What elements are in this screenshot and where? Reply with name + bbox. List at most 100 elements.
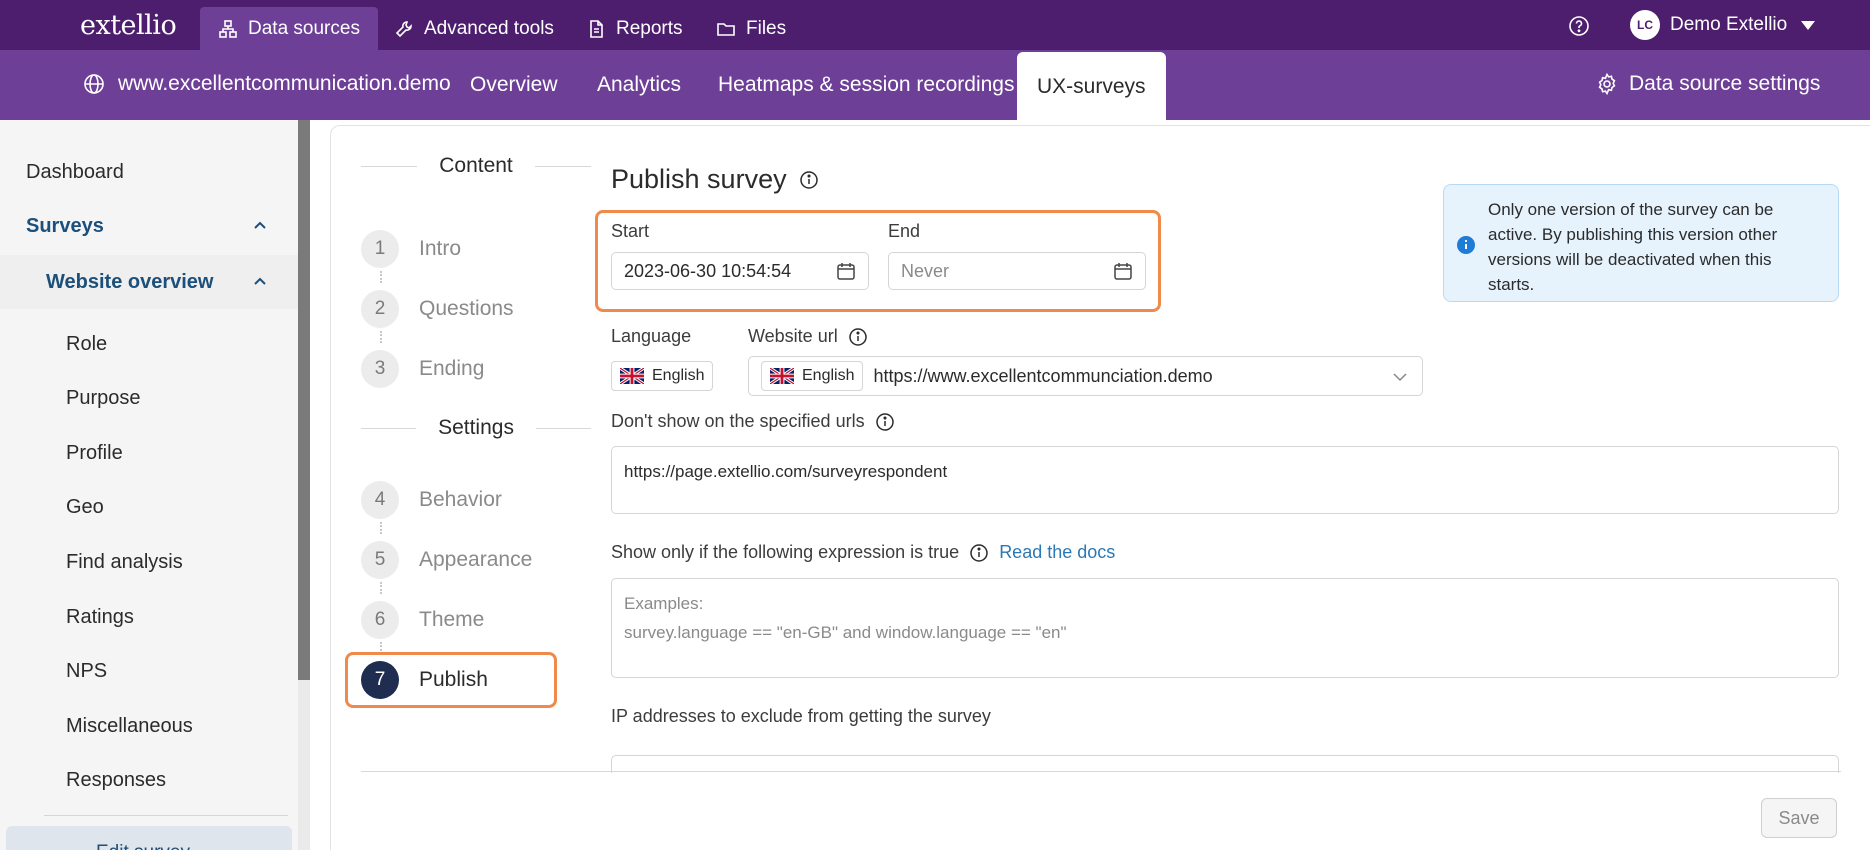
language-chip[interactable]: English [611,361,714,391]
sidebar-item-edit-survey[interactable]: Edit survey [6,826,292,850]
sidebar-item-label: Find analysis [66,550,183,573]
step-label: Questions [419,297,514,320]
sidebar-item-miscellaneous[interactable]: Miscellaneous [0,699,298,753]
sidebar-scrollbar-thumb[interactable] [298,120,310,680]
step-label: Theme [419,608,485,631]
info-notice: Only one version of the survey can be ac… [1443,184,1839,302]
step-behavior[interactable]: 4 Behavior [361,481,502,519]
folder-icon [717,22,735,36]
sidebar-item-find-analysis[interactable]: Find analysis [0,535,298,589]
sidebar-item-label: Geo [66,495,104,518]
step-number: 5 [361,541,399,579]
expression-placeholder-line-1: Examples: [624,594,704,613]
user-menu[interactable]: LC Demo Extellio [1630,10,1816,40]
tab-heatmaps[interactable]: Heatmaps & session recordings [698,50,1034,120]
save-button[interactable]: Save [1761,798,1837,838]
exclude-urls-textarea[interactable]: https://page.extellio.com/surveyresponde… [611,446,1839,514]
sidebar-item-dashboard[interactable]: Dashboard [0,145,298,199]
step-number: 3 [361,350,399,388]
step-connector [380,331,382,343]
data-source-settings-link[interactable]: Data source settings [1595,72,1820,96]
sidebar-item-surveys[interactable]: Surveys [0,199,298,253]
sidebar-scrollbar-track[interactable] [298,680,310,850]
exclude-urls-label: Don't show on the specified urls [611,411,895,432]
sidebar-item-purpose[interactable]: Purpose [0,371,298,425]
form-bottom-divider [361,771,1841,772]
step-intro[interactable]: 1 Intro [361,230,461,268]
sidebar-item-label: Website overview [46,270,214,293]
sidebar-item-role[interactable]: Role [0,317,298,371]
info-icon[interactable] [875,412,895,432]
step-number: 1 [361,230,399,268]
tab-ux-surveys[interactable]: UX-surveys [1017,52,1166,122]
expression-placeholder-line-2: survey.language == "en-GB" and window.la… [624,623,1067,642]
sidebar-item-profile[interactable]: Profile [0,426,298,480]
info-icon[interactable] [799,170,819,190]
step-appearance[interactable]: 5 Appearance [361,541,532,579]
sidebar-item-label: Responses [66,768,167,791]
globe-icon [84,74,104,94]
expression-label: Show only if the following expression is… [611,542,1116,563]
tab-analytics[interactable]: Analytics [577,50,701,120]
nav-reports[interactable]: Reports [568,7,701,50]
step-connector [380,522,382,534]
sidebar-item-label: Purpose [66,386,141,409]
info-icon[interactable] [848,327,868,347]
step-label: Ending [419,357,485,380]
sidebar-item-label: Profile [66,441,123,464]
nav-advanced-tools[interactable]: Advanced tools [376,7,572,50]
step-number: 6 [361,601,399,639]
chevron-up-icon [254,221,266,229]
info-filled-icon [1457,236,1475,254]
url-language-chip: English [761,361,864,391]
sidebar-item-website-overview[interactable]: Website overview [0,255,298,309]
site-selector[interactable]: www.excellentcommunication.demo [82,72,451,96]
step-connector [380,582,382,594]
step-questions[interactable]: 2 Questions [361,290,514,328]
caret-down-icon [1801,20,1816,30]
chevron-down-icon [1393,373,1407,382]
top-navigation-bar: extellio Data sources Advanced tools Rep… [0,0,1870,50]
uk-flag-icon [620,368,644,384]
sidebar-item-label: Dashboard [26,160,124,183]
sitemap-icon [219,19,237,38]
settings-section-heading: Settings [361,416,592,440]
read-docs-link[interactable]: Read the docs [999,542,1115,563]
step-label: Appearance [419,548,533,571]
sidebar-item-ratings[interactable]: Ratings [0,590,298,644]
step-theme[interactable]: 6 Theme [361,601,484,639]
sidebar: Dashboard Surveys Website overview Role … [0,120,298,850]
website-url-value: https://www.excellentcommunciation.demo [873,365,1213,386]
help-circle-icon[interactable] [1568,15,1590,37]
sidebar-item-label: NPS [66,659,108,682]
language-label: Language [611,326,692,346]
data-source-bar: www.excellentcommunication.demo Overview… [0,50,1870,122]
chevron-up-icon [254,277,266,285]
step-label: Intro [419,237,462,260]
date-range-highlight [595,210,1161,312]
website-url-select[interactable]: English https://www.excellentcommunciati… [748,356,1423,396]
nav-files[interactable]: Files [698,7,804,50]
publish-step-highlight [345,652,557,708]
tab-overview[interactable]: Overview [450,50,578,120]
step-ending[interactable]: 3 Ending [361,350,484,388]
ip-exclude-label: IP addresses to exclude from getting the… [611,706,991,726]
sidebar-item-label: Edit survey [96,842,190,850]
nav-label: Advanced tools [424,17,554,39]
uk-flag-icon [770,368,794,384]
settings-label: Data source settings [1629,72,1821,95]
sidebar-item-geo[interactable]: Geo [0,480,298,534]
sidebar-item-label: Surveys [26,214,104,237]
sidebar-item-responses[interactable]: Responses [0,753,298,807]
user-name: Demo Extellio [1670,14,1788,35]
nav-data-sources[interactable]: Data sources [200,7,378,50]
sidebar-item-label: Role [66,332,108,355]
wrench-icon [395,20,412,37]
gear-icon [1598,72,1616,96]
extellio-logo[interactable]: extellio [80,10,177,41]
expression-textarea[interactable]: Examples: survey.language == "en-GB" and… [611,578,1839,678]
step-number: 2 [361,290,399,328]
info-icon[interactable] [969,543,989,563]
sidebar-item-nps[interactable]: NPS [0,644,298,698]
main-panel: Content 1 Intro 2 Questions 3 Ending Set… [330,125,1870,850]
